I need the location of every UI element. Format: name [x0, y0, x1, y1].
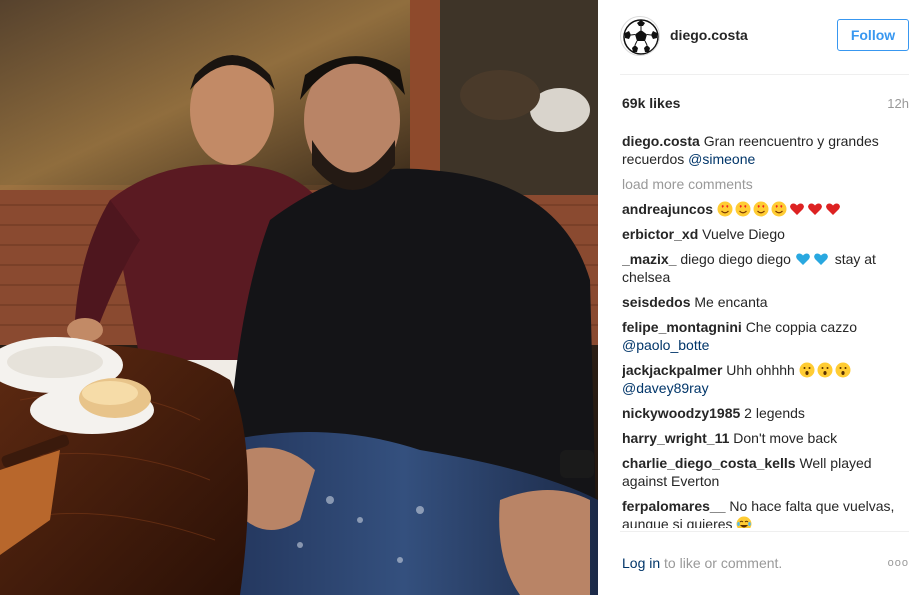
post-time[interactable]: 12h: [887, 96, 909, 111]
comment-username[interactable]: andreajuncos: [622, 201, 713, 217]
red-heart-icon: [826, 203, 840, 215]
comment-mention[interactable]: @paolo_botte: [622, 337, 709, 353]
comment-mention[interactable]: @davey89ray: [622, 380, 709, 396]
comment-emojis: [799, 362, 853, 378]
caption-mention[interactable]: @simeone: [688, 151, 755, 167]
blue-heart-icon: [813, 253, 828, 265]
comment-item: andreajuncos: [622, 200, 909, 218]
caption-username[interactable]: diego.costa: [622, 133, 700, 149]
comment-text: Che coppia cazzo: [745, 319, 857, 335]
comment-item: erbictor_xd Vuelve Diego: [622, 225, 909, 243]
comment-item: harry_wright_11 Don't move back: [622, 429, 909, 447]
comment-emojis: [717, 201, 843, 217]
caption: diego.costa Gran reencuentro y grandes r…: [622, 132, 909, 168]
comment-username[interactable]: seisdedos: [622, 294, 690, 310]
comment-item: _mazix_ diego diego diego stay at chelse…: [622, 250, 909, 286]
red-heart-icon: [790, 203, 804, 215]
comment-item: seisdedos Me encanta: [622, 293, 909, 311]
login-link[interactable]: Log in: [622, 555, 660, 571]
comment-username[interactable]: erbictor_xd: [622, 226, 698, 242]
more-options-icon[interactable]: ooo: [888, 557, 909, 569]
comment-text: Uhh ohhhh: [726, 362, 795, 378]
comments-list[interactable]: diego.costa Gran reencuentro y grandes r…: [622, 132, 909, 528]
surprised-emoji-icon: [799, 362, 815, 378]
load-more-comments-link[interactable]: load more comments: [622, 175, 909, 193]
header-divider: [620, 74, 909, 75]
comment-username[interactable]: jackjackpalmer: [622, 362, 722, 378]
comment-item: ferpalomares__ No hace falta que vuelvas…: [622, 497, 909, 528]
comment-emojis: [795, 251, 831, 267]
comment-text: Me encanta: [694, 294, 768, 310]
comment-item: jackjackpalmer Uhh ohhhh @davey89ray: [622, 361, 909, 397]
comment-username[interactable]: felipe_montagnini: [622, 319, 742, 335]
comment-username[interactable]: nickywoodzy1985: [622, 405, 740, 421]
comment-username[interactable]: _mazix_: [622, 251, 676, 267]
post-side-panel: diego.costa Follow 69k likes 12h diego.c…: [598, 0, 915, 595]
comment-text: 2 legends: [744, 405, 805, 421]
blue-heart-icon: [795, 253, 810, 265]
comment-text: Vuelve Diego: [702, 226, 785, 242]
comment-text: diego diego diego: [680, 251, 791, 267]
likes-count[interactable]: 69k likes: [622, 95, 680, 111]
comment-username[interactable]: ferpalomares__: [622, 498, 726, 514]
heart-eyes-emoji-icon: [771, 201, 787, 217]
comment-text: Don't move back: [733, 430, 838, 446]
comment-item: charlie_diego_costa_kells Well played ag…: [622, 454, 909, 490]
post-header: diego.costa Follow: [598, 0, 915, 74]
soccer-ball-icon: [623, 19, 659, 55]
login-prompt: Log in to like or comment.: [622, 555, 782, 571]
comment-username[interactable]: harry_wright_11: [622, 430, 729, 446]
comment-item: felipe_montagnini Che coppia cazzo @paol…: [622, 318, 909, 354]
login-prompt-text: to like or comment.: [660, 555, 783, 571]
surprised-emoji-icon: [817, 362, 833, 378]
comment-username[interactable]: charlie_diego_costa_kells: [622, 455, 796, 471]
heart-eyes-emoji-icon: [735, 201, 751, 217]
tears-of-joy-emoji-icon: [736, 516, 752, 528]
heart-eyes-emoji-icon: [753, 201, 769, 217]
photo-illustration: [0, 0, 598, 595]
avatar[interactable]: [620, 16, 660, 56]
post-photo[interactable]: [0, 0, 598, 595]
comment-item: nickywoodzy1985 2 legends: [622, 404, 909, 422]
surprised-emoji-icon: [835, 362, 851, 378]
follow-button[interactable]: Follow: [837, 19, 909, 51]
heart-eyes-emoji-icon: [717, 201, 733, 217]
red-heart-icon: [808, 203, 822, 215]
post-author-username[interactable]: diego.costa: [670, 27, 748, 43]
footer-divider: [620, 531, 909, 532]
